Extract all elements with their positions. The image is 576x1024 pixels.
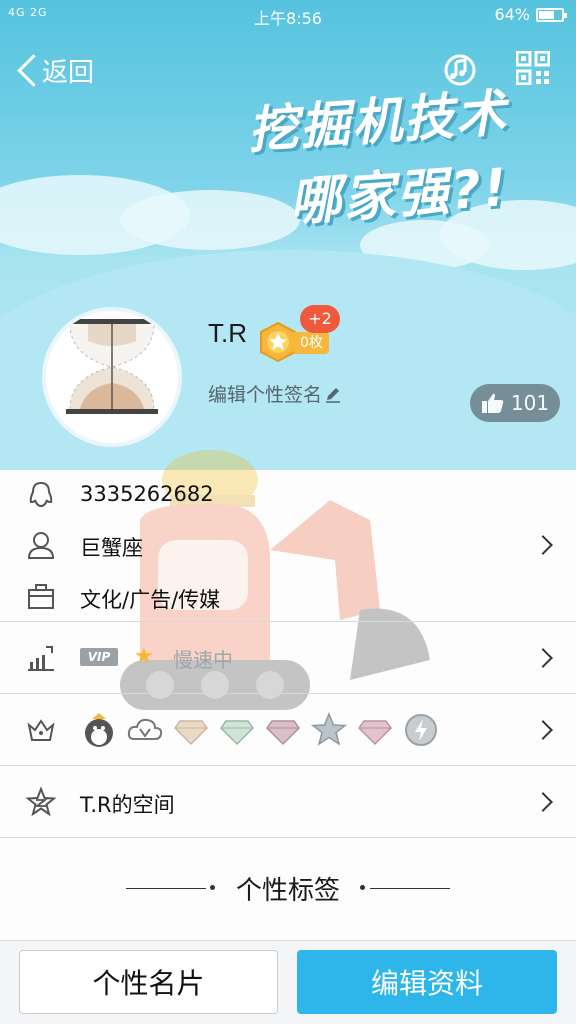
qzone-row[interactable]: T.R的空间 <box>0 766 576 838</box>
star-icon: ★ <box>134 644 154 669</box>
profession: 文化/广告/传媒 <box>80 588 221 612</box>
like-button[interactable]: 101 <box>470 384 560 422</box>
chevron-right-icon <box>533 792 553 812</box>
diamond-icon[interactable] <box>218 711 256 749</box>
qzone-star-icon <box>26 787 56 817</box>
briefcase-icon <box>28 584 54 609</box>
penguin-badge-icon[interactable] <box>80 711 118 749</box>
diamond-icon[interactable] <box>264 711 302 749</box>
decorative-line <box>370 888 450 889</box>
coin-count[interactable]: 0枚 <box>294 332 329 354</box>
chevron-right-icon <box>533 648 553 668</box>
chevron-left-icon <box>16 52 36 88</box>
qzone-label: T.R的空间 <box>80 793 175 817</box>
like-count: 101 <box>510 391 550 415</box>
lightning-badge-icon[interactable] <box>402 711 440 749</box>
constellation-row[interactable]: 巨蟹座 <box>0 524 576 566</box>
star-badge-icon[interactable] <box>310 711 348 749</box>
battery-icon <box>536 8 567 22</box>
divider <box>0 837 576 838</box>
plus-badge: +2 <box>300 305 340 333</box>
qq-number-row: 3335262682 <box>0 474 576 514</box>
crown-icon <box>27 719 55 741</box>
signature-label: 编辑个性签名 <box>208 384 323 406</box>
battery-percent: 64% <box>494 5 530 24</box>
hourglass-avatar-image <box>66 319 158 439</box>
penguin-icon <box>29 481 53 508</box>
edit-profile-button[interactable]: 编辑资料 <box>297 950 557 1014</box>
avatar[interactable] <box>42 307 182 447</box>
badge-list <box>80 711 440 751</box>
level-star-icon[interactable] <box>259 322 297 362</box>
thumbs-up-icon <box>481 393 504 413</box>
person-icon <box>27 532 55 559</box>
nickname: T.R <box>208 318 247 348</box>
qq-number: 3335262682 <box>80 482 214 506</box>
decorative-dot <box>360 885 365 890</box>
pencil-icon <box>326 387 341 403</box>
personal-card-button[interactable]: 个性名片 <box>19 950 278 1014</box>
profession-row: 文化/广告/传媒 <box>0 576 576 618</box>
vip-speed: 慢速中 <box>173 648 233 672</box>
vip-tag: VIP <box>80 648 118 666</box>
status-time: 上午8:56 <box>254 9 322 28</box>
status-bar: 4G 2G 上午8:56 64% <box>0 0 576 30</box>
banner-slogan: 挖掘机技术 哪家强?! <box>245 69 564 237</box>
back-button[interactable]: 返回 <box>16 50 94 90</box>
constellation: 巨蟹座 <box>80 536 143 560</box>
personal-tags-title: 个性标签 <box>235 876 340 906</box>
diamond-icon[interactable] <box>356 711 394 749</box>
chevron-right-icon <box>533 720 553 740</box>
growth-chart-icon <box>28 646 54 671</box>
diamond-icon[interactable] <box>172 711 210 749</box>
signature-edit[interactable]: 编辑个性签名 <box>208 380 342 407</box>
cloud-v-badge-icon[interactable] <box>126 711 164 749</box>
chevron-right-icon <box>533 535 553 555</box>
